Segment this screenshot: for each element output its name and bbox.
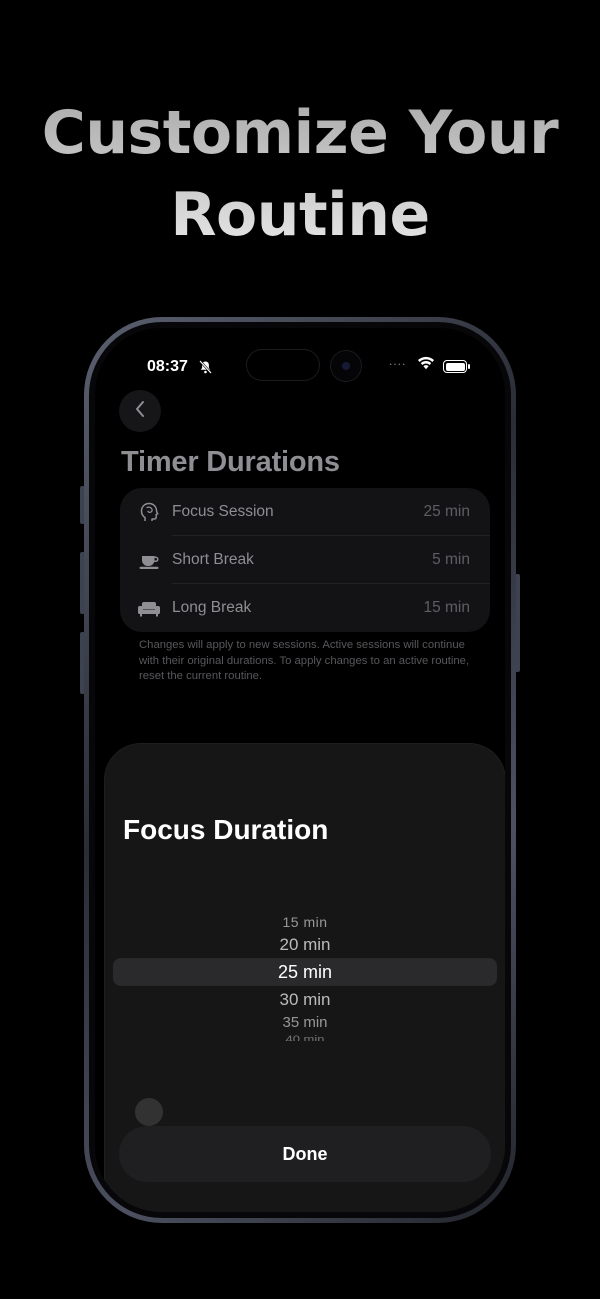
done-button[interactable]: Done bbox=[119, 1126, 491, 1182]
sofa-icon bbox=[137, 597, 161, 619]
chevron-left-icon bbox=[134, 400, 146, 423]
row-label: Focus Session bbox=[172, 503, 274, 520]
duration-picker[interactable]: 15 min 20 min 25 min 30 min 35 min 40 mi… bbox=[105, 904, 505, 1054]
bell-slash-icon bbox=[199, 360, 212, 377]
page-title: Timer Durations bbox=[121, 446, 340, 478]
phone-bezel: 08:37 .... Timer Durations Focus Session… bbox=[89, 322, 511, 1218]
picker-option[interactable]: 20 min bbox=[105, 935, 505, 955]
row-long-break[interactable]: Long Break 15 min bbox=[120, 584, 490, 632]
cup-icon bbox=[138, 549, 160, 571]
picker-option-selected[interactable]: 25 min bbox=[105, 962, 505, 983]
camera-icon bbox=[331, 351, 361, 381]
phone-screen: 08:37 .... Timer Durations Focus Session… bbox=[95, 328, 505, 1212]
dynamic-island bbox=[247, 350, 319, 380]
row-value: 25 min bbox=[423, 503, 470, 520]
row-focus-session[interactable]: Focus Session 25 min bbox=[120, 488, 490, 536]
row-value: 5 min bbox=[432, 551, 470, 568]
footnote: Changes will apply to new sessions. Acti… bbox=[139, 639, 470, 682]
row-value: 15 min bbox=[423, 599, 470, 616]
battery-icon bbox=[443, 360, 470, 373]
picker-option[interactable]: 30 min bbox=[105, 990, 505, 1010]
durations-card: Focus Session 25 min Short Break 5 min L… bbox=[120, 488, 490, 632]
picker-option[interactable]: 15 min bbox=[105, 914, 505, 930]
row-label: Long Break bbox=[172, 599, 252, 616]
status-time: 08:37 bbox=[147, 358, 188, 375]
head-icon bbox=[138, 501, 160, 523]
picker-option[interactable]: 40 min bbox=[105, 1033, 505, 1041]
picker-option[interactable]: 35 min bbox=[105, 1014, 505, 1031]
phone-frame: 08:37 .... Timer Durations Focus Session… bbox=[84, 317, 516, 1223]
headline: Customize Your Routine bbox=[0, 92, 600, 256]
headline-line-2: Routine bbox=[170, 180, 430, 250]
signal-icon: .... bbox=[389, 354, 407, 368]
row-short-break[interactable]: Short Break 5 min bbox=[120, 536, 490, 584]
sheet-title: Focus Duration bbox=[123, 814, 329, 845]
row-label: Short Break bbox=[172, 551, 254, 568]
back-button[interactable] bbox=[119, 390, 161, 432]
headline-line-1: Customize Your bbox=[41, 98, 559, 168]
duration-sheet: Focus Duration 15 min 20 min 25 min 30 m… bbox=[105, 744, 505, 1212]
wifi-icon bbox=[417, 356, 435, 375]
